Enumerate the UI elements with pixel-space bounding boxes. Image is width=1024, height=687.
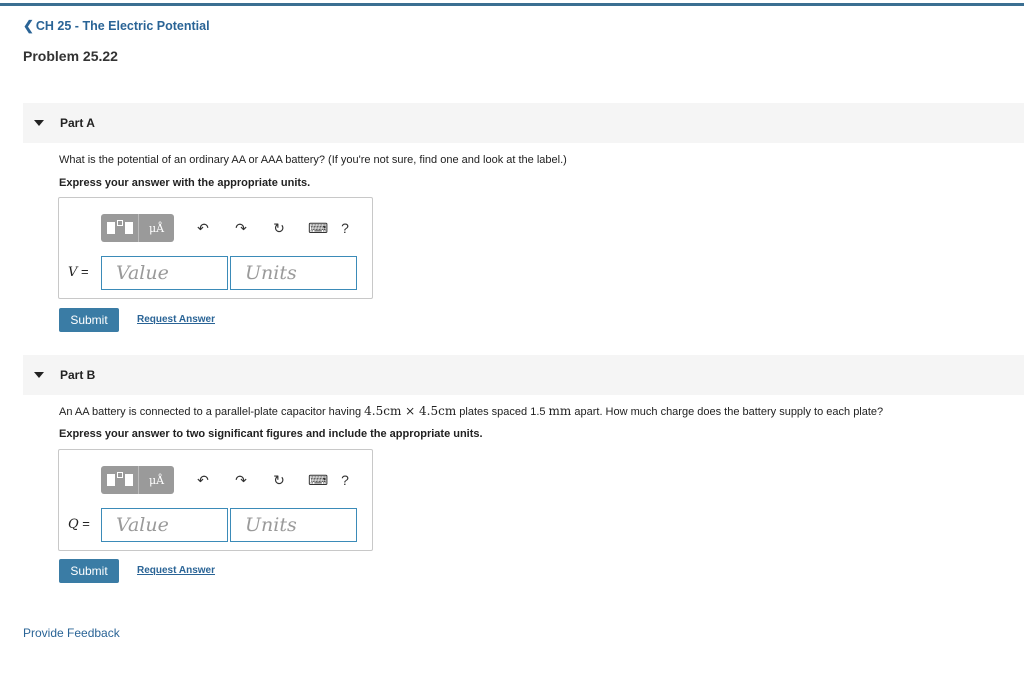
- part-a-header[interactable]: Part A: [23, 103, 1024, 143]
- undo-icon[interactable]: ↶: [194, 472, 212, 489]
- collapse-triangle-icon: [34, 372, 44, 378]
- redo-icon[interactable]: ↷: [232, 220, 250, 237]
- part-a-units-input[interactable]: [230, 256, 357, 290]
- part-b-header[interactable]: Part B: [23, 355, 1024, 395]
- part-b-request-answer-link[interactable]: Request Answer: [137, 565, 215, 576]
- units-button-label: μÅ: [148, 473, 165, 487]
- reset-icon[interactable]: ↻: [270, 220, 288, 237]
- reset-icon[interactable]: ↻: [270, 472, 288, 489]
- templates-icon[interactable]: [101, 214, 138, 242]
- back-to-chapter-link[interactable]: ❮ CH 25 - The Electric Potential: [23, 18, 210, 34]
- chevron-left-icon: ❮: [23, 18, 34, 33]
- spacing-unit: mm: [548, 404, 572, 418]
- part-b-submit-button[interactable]: Submit: [59, 559, 119, 583]
- undo-icon[interactable]: ↶: [194, 220, 212, 237]
- units-button[interactable]: μÅ: [138, 466, 174, 494]
- part-b-question: An AA battery is connected to a parallel…: [59, 404, 884, 418]
- keyboard-icon[interactable]: ⌨: [308, 472, 328, 489]
- provide-feedback-link[interactable]: Provide Feedback: [23, 626, 120, 640]
- part-b-answer-box: μÅ ↶ ↷ ↻ ⌨ ? Q =: [58, 449, 373, 551]
- part-b-units-input[interactable]: [230, 508, 357, 542]
- top-accent-bar: [0, 3, 1024, 6]
- part-a-question: What is the potential of an ordinary AA …: [59, 154, 567, 166]
- part-b-instruction: Express your answer to two significant f…: [59, 428, 483, 440]
- units-button[interactable]: μÅ: [138, 214, 174, 242]
- chapter-title: CH 25 - The Electric Potential: [35, 19, 210, 33]
- units-button-label: μÅ: [148, 221, 165, 235]
- part-a-variable-label: V =: [68, 264, 89, 280]
- part-b-toolbar: μÅ ↶ ↷ ↻ ⌨ ?: [101, 466, 354, 494]
- help-icon[interactable]: ?: [336, 220, 354, 236]
- part-a-label: Part A: [60, 116, 95, 130]
- collapse-triangle-icon: [34, 120, 44, 126]
- part-a-answer-box: μÅ ↶ ↷ ↻ ⌨ ? V =: [58, 197, 373, 299]
- part-a-submit-button[interactable]: Submit: [59, 308, 119, 332]
- part-a-instruction: Express your answer with the appropriate…: [59, 177, 311, 189]
- part-b-value-input[interactable]: [101, 508, 228, 542]
- problem-title: Problem 25.22: [23, 48, 118, 64]
- part-a-toolbar: μÅ ↶ ↷ ↻ ⌨ ?: [101, 214, 354, 242]
- part-b-label: Part B: [60, 368, 96, 382]
- redo-icon[interactable]: ↷: [232, 472, 250, 489]
- part-a-value-input[interactable]: [101, 256, 228, 290]
- templates-icon[interactable]: [101, 466, 138, 494]
- keyboard-icon[interactable]: ⌨: [308, 220, 328, 237]
- plate-dimensions: 4.5cm × 4.5cm: [364, 404, 457, 418]
- part-b-variable-label: Q =: [68, 516, 90, 532]
- help-icon[interactable]: ?: [336, 472, 354, 488]
- part-a-request-answer-link[interactable]: Request Answer: [137, 314, 215, 325]
